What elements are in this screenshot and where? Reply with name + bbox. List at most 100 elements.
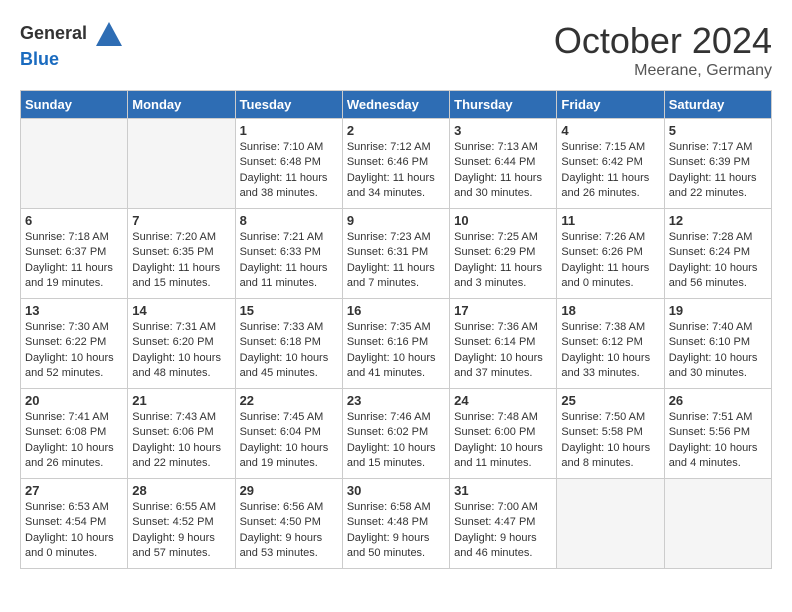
week-row-5: 27Sunrise: 6:53 AMSunset: 4:54 PMDayligh… <box>21 479 772 569</box>
sunset: Sunset: 6:22 PM <box>25 335 123 350</box>
calendar-table: SundayMondayTuesdayWednesdayThursdayFrid… <box>20 90 772 569</box>
day-number: 29 <box>240 483 338 498</box>
sunset: Sunset: 6:16 PM <box>347 335 445 350</box>
day-number: 19 <box>669 303 767 318</box>
calendar-cell: 10 Sunrise: 7:25 AMSunset: 6:29 PMDayligh… <box>450 209 557 299</box>
daylight: Daylight: 11 hours and 30 minutes. <box>454 171 552 202</box>
day-number: 6 <box>25 213 123 228</box>
sunset: Sunset: 6:39 PM <box>669 155 767 170</box>
calendar-cell: 23Sunrise: 7:46 AMSunset: 6:02 PMDayligh… <box>342 389 449 479</box>
daylight: Daylight: 11 hours and 7 minutes. <box>347 261 445 292</box>
sunset: Sunset: 4:50 PM <box>240 515 338 530</box>
day-number: 18 <box>561 303 659 318</box>
daylight: Daylight: 11 hours and 3 minutes. <box>454 261 552 292</box>
calendar-cell: 24Sunrise: 7:48 AMSunset: 6:00 PMDayligh… <box>450 389 557 479</box>
day-info: Sunrise: 7:41 AMSunset: 6:08 PMDaylight:… <box>25 410 123 472</box>
month-title: October 2024 <box>554 20 772 62</box>
day-info: Sunrise: 7:23 AMSunset: 6:31 PMDaylight:… <box>347 230 445 292</box>
sunset: Sunset: 6:04 PM <box>240 425 338 440</box>
daylight: Daylight: 11 hours and 0 minutes. <box>561 261 659 292</box>
page-header: General Blue October 2024 Meerane, Germa… <box>20 20 772 80</box>
daylight: Daylight: 9 hours and 57 minutes. <box>132 531 230 562</box>
column-header-monday: Monday <box>128 91 235 119</box>
sunrise: Sunrise: 7:50 AM <box>561 410 659 425</box>
daylight: Daylight: 11 hours and 22 minutes. <box>669 171 767 202</box>
sunrise: Sunrise: 7:13 AM <box>454 140 552 155</box>
day-number: 2 <box>347 123 445 138</box>
daylight: Daylight: 10 hours and 15 minutes. <box>347 441 445 472</box>
column-header-saturday: Saturday <box>664 91 771 119</box>
day-info: Sunrise: 6:53 AMSunset: 4:54 PMDaylight:… <box>25 500 123 562</box>
sunrise: Sunrise: 6:56 AM <box>240 500 338 515</box>
sunrise: Sunrise: 7:43 AM <box>132 410 230 425</box>
logo-general: General <box>20 20 124 50</box>
daylight: Daylight: 10 hours and 8 minutes. <box>561 441 659 472</box>
sunrise: Sunrise: 7:41 AM <box>25 410 123 425</box>
column-header-thursday: Thursday <box>450 91 557 119</box>
day-info: Sunrise: 7:25 AMSunset: 6:29 PMDaylight:… <box>454 230 552 292</box>
daylight: Daylight: 9 hours and 50 minutes. <box>347 531 445 562</box>
week-row-4: 20 Sunrise: 7:41 AMSunset: 6:08 PMDayligh… <box>21 389 772 479</box>
sunrise: Sunrise: 7:23 AM <box>347 230 445 245</box>
sunset: Sunset: 6:44 PM <box>454 155 552 170</box>
day-number: 8 <box>240 213 338 228</box>
calendar-cell: 19Sunrise: 7:40 AMSunset: 6:10 PMDayligh… <box>664 299 771 389</box>
calendar-cell: 29Sunrise: 6:56 AMSunset: 4:50 PMDayligh… <box>235 479 342 569</box>
sunrise: Sunrise: 6:53 AM <box>25 500 123 515</box>
day-number: 17 <box>454 303 552 318</box>
calendar-cell: 2Sunrise: 7:12 AMSunset: 6:46 PMDaylight… <box>342 119 449 209</box>
day-info: Sunrise: 7:30 AMSunset: 6:22 PMDaylight:… <box>25 320 123 382</box>
day-info: Sunrise: 7:10 AMSunset: 6:48 PMDaylight:… <box>240 140 338 202</box>
sunset: Sunset: 6:12 PM <box>561 335 659 350</box>
sunset: Sunset: 6:20 PM <box>132 335 230 350</box>
calendar-cell: 13 Sunrise: 7:30 AMSunset: 6:22 PMDayligh… <box>21 299 128 389</box>
day-info: Sunrise: 6:58 AMSunset: 4:48 PMDaylight:… <box>347 500 445 562</box>
daylight: Daylight: 10 hours and 0 minutes. <box>25 531 123 562</box>
day-number: 13 <box>25 303 123 318</box>
sunrise: Sunrise: 7:26 AM <box>561 230 659 245</box>
sunrise: Sunrise: 7:31 AM <box>132 320 230 335</box>
day-number: 23 <box>347 393 445 408</box>
sunrise: Sunrise: 7:33 AM <box>240 320 338 335</box>
sunrise: Sunrise: 7:30 AM <box>25 320 123 335</box>
calendar-cell: 7Sunrise: 7:20 AMSunset: 6:35 PMDaylight… <box>128 209 235 299</box>
day-number: 10 <box>454 213 552 228</box>
day-number: 31 <box>454 483 552 498</box>
day-info: Sunrise: 7:31 AMSunset: 6:20 PMDaylight:… <box>132 320 230 382</box>
sunrise: Sunrise: 7:12 AM <box>347 140 445 155</box>
day-info: Sunrise: 7:15 AMSunset: 6:42 PMDaylight:… <box>561 140 659 202</box>
sunset: Sunset: 6:29 PM <box>454 245 552 260</box>
sunset: Sunset: 6:02 PM <box>347 425 445 440</box>
day-info: Sunrise: 7:26 AMSunset: 6:26 PMDaylight:… <box>561 230 659 292</box>
calendar-cell: 15Sunrise: 7:33 AMSunset: 6:18 PMDayligh… <box>235 299 342 389</box>
daylight: Daylight: 10 hours and 45 minutes. <box>240 351 338 382</box>
daylight: Daylight: 10 hours and 4 minutes. <box>669 441 767 472</box>
day-number: 9 <box>347 213 445 228</box>
calendar-cell: 26Sunrise: 7:51 AMSunset: 5:56 PMDayligh… <box>664 389 771 479</box>
sunrise: Sunrise: 7:15 AM <box>561 140 659 155</box>
day-number: 20 <box>25 393 123 408</box>
calendar-cell <box>128 119 235 209</box>
sunset: Sunset: 6:26 PM <box>561 245 659 260</box>
sunrise: Sunrise: 7:20 AM <box>132 230 230 245</box>
calendar-cell: 11Sunrise: 7:26 AMSunset: 6:26 PMDayligh… <box>557 209 664 299</box>
calendar-cell: 25Sunrise: 7:50 AMSunset: 5:58 PMDayligh… <box>557 389 664 479</box>
calendar-cell: 30Sunrise: 6:58 AMSunset: 4:48 PMDayligh… <box>342 479 449 569</box>
daylight: Daylight: 11 hours and 15 minutes. <box>132 261 230 292</box>
calendar-cell: 1Sunrise: 7:10 AMSunset: 6:48 PMDaylight… <box>235 119 342 209</box>
sunrise: Sunrise: 7:25 AM <box>454 230 552 245</box>
sunset: Sunset: 6:14 PM <box>454 335 552 350</box>
day-info: Sunrise: 7:45 AMSunset: 6:04 PMDaylight:… <box>240 410 338 472</box>
sunset: Sunset: 6:35 PM <box>132 245 230 260</box>
day-info: Sunrise: 7:13 AMSunset: 6:44 PMDaylight:… <box>454 140 552 202</box>
sunrise: Sunrise: 7:45 AM <box>240 410 338 425</box>
day-number: 3 <box>454 123 552 138</box>
calendar-cell: 12Sunrise: 7:28 AMSunset: 6:24 PMDayligh… <box>664 209 771 299</box>
day-info: Sunrise: 6:55 AMSunset: 4:52 PMDaylight:… <box>132 500 230 562</box>
calendar-cell: 22Sunrise: 7:45 AMSunset: 6:04 PMDayligh… <box>235 389 342 479</box>
day-info: Sunrise: 7:18 AMSunset: 6:37 PMDaylight:… <box>25 230 123 292</box>
daylight: Daylight: 9 hours and 46 minutes. <box>454 531 552 562</box>
logo-blue: Blue <box>20 50 124 70</box>
daylight: Daylight: 10 hours and 48 minutes. <box>132 351 230 382</box>
calendar-cell: 8Sunrise: 7:21 AMSunset: 6:33 PMDaylight… <box>235 209 342 299</box>
